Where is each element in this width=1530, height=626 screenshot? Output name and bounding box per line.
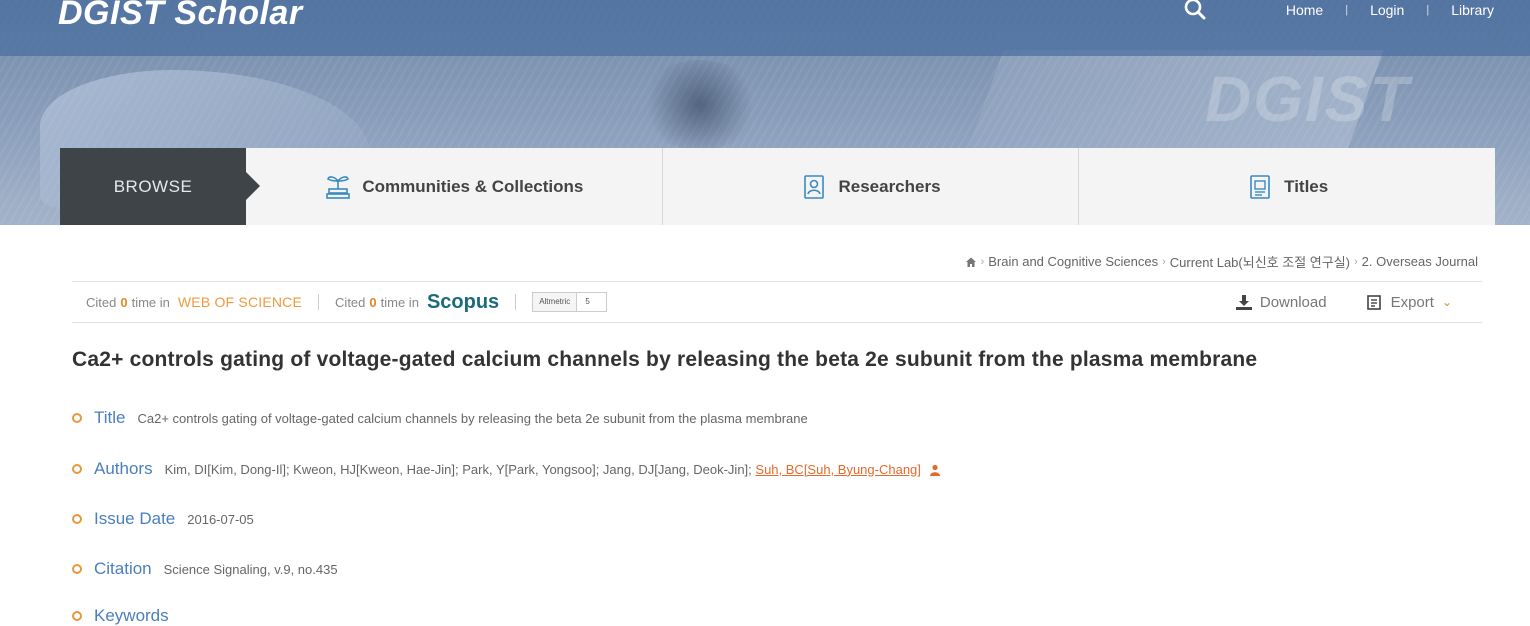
hero-watermark: DGIST <box>1205 63 1411 135</box>
browse-label: BROWSE <box>60 148 260 225</box>
export-icon <box>1366 294 1381 310</box>
field-keywords: Keywords <box>72 606 181 626</box>
field-label: Authors <box>94 459 153 478</box>
nav-separator: | <box>1426 4 1430 16</box>
breadcrumb-arrow: › <box>980 255 985 268</box>
tab-titles[interactable]: Titles <box>1078 148 1496 225</box>
breadcrumb-item[interactable]: Current Lab(뇌신호 조절 연구실) <box>1170 252 1350 271</box>
tab-researchers[interactable]: Researchers <box>661 148 1079 225</box>
browse-bar: BROWSE Communities & Collections Researc… <box>60 148 1496 225</box>
cited-prefix: Cited <box>86 294 117 310</box>
field-label: Issue Date <box>94 509 176 528</box>
record-actions: Download Export ⌄ <box>1235 293 1452 311</box>
wos-count: 0 <box>120 294 128 310</box>
wos-link[interactable]: WEB OF SCIENCE <box>178 294 302 310</box>
breadcrumb-item[interactable]: 2. Overseas Journal <box>1362 254 1478 269</box>
field-label: Citation <box>94 559 152 578</box>
nav-home-link[interactable]: Home <box>1286 2 1323 18</box>
altmetric-score: 5 <box>585 297 590 306</box>
person-icon <box>929 464 940 477</box>
cited-prefix: Cited <box>335 294 366 310</box>
download-icon <box>1235 294 1252 310</box>
field-value: 2016-07-05 <box>187 511 254 527</box>
wos-citation: Cited 0 time in WEB OF SCIENCE <box>86 294 302 310</box>
top-nav: Home | Login | Library <box>1286 0 1494 20</box>
export-button[interactable]: Export ⌄ <box>1366 293 1452 311</box>
metrics-bar: Cited 0 time in WEB OF SCIENCE Cited 0 t… <box>72 281 1482 323</box>
cited-suffix: time in <box>131 294 170 310</box>
sprout-icon <box>326 175 351 199</box>
nav-separator: | <box>1345 4 1349 16</box>
field-citation: Citation Science Signaling, v.9, no.435 <box>72 559 338 579</box>
authors-list: Kim, DI[Kim, Dong-Il]; Kweon, HJ[Kweon, … <box>164 461 752 477</box>
hero-lab-image-center <box>640 60 760 150</box>
download-label: Download <box>1259 293 1327 311</box>
search-icon[interactable] <box>1183 0 1207 21</box>
divider <box>318 294 320 310</box>
nav-login-link[interactable]: Login <box>1370 2 1404 18</box>
site-logo[interactable]: DGIST Scholar <box>58 0 303 33</box>
breadcrumb: › Brain and Cognitive Sciences › Current… <box>965 252 1478 271</box>
nav-library-link[interactable]: Library <box>1451 2 1494 18</box>
tab-titles-label: Titles <box>1284 176 1329 196</box>
tab-communities-label: Communities & Collections <box>362 176 584 196</box>
scopus-count: 0 <box>369 294 377 310</box>
top-bar: DGIST Scholar Home | Login | Library <box>0 0 1530 56</box>
altmetric-label: Altmetric <box>533 293 578 311</box>
chevron-down-icon: ⌄ <box>1441 295 1452 309</box>
breadcrumb-item[interactable]: Brain and Cognitive Sciences <box>988 254 1158 269</box>
record-heading: Ca2+ controls gating of voltage-gated ca… <box>72 348 1258 371</box>
breadcrumb-arrow: › <box>1353 255 1358 268</box>
export-label: Export <box>1390 293 1434 311</box>
field-label: Keywords <box>94 606 169 625</box>
altmetric-badge[interactable]: Altmetric 5 <box>532 292 607 312</box>
bullet-icon <box>72 464 82 474</box>
cited-suffix: time in <box>380 294 419 310</box>
bullet-icon <box>72 611 82 621</box>
bullet-icon <box>72 564 82 574</box>
field-value: Ca2+ controls gating of voltage-gated ca… <box>137 410 808 426</box>
field-label: Title <box>94 408 126 427</box>
download-button[interactable]: Download <box>1235 293 1327 311</box>
breadcrumb-arrow: › <box>1162 255 1166 268</box>
home-icon[interactable] <box>965 256 977 268</box>
field-authors: Authors Kim, DI[Kim, Dong-Il]; Kweon, HJ… <box>72 459 941 479</box>
tab-communities-collections[interactable]: Communities & Collections <box>246 148 662 225</box>
bullet-icon <box>72 514 82 524</box>
document-icon <box>1250 174 1270 199</box>
id-badge-icon <box>804 174 825 199</box>
field-title: Title Ca2+ controls gating of voltage-ga… <box>72 408 808 428</box>
author-link[interactable]: Suh, BC[Suh, Byung-Chang] <box>755 462 921 477</box>
divider <box>515 294 517 310</box>
field-value: Kim, DI[Kim, Dong-Il]; Kweon, HJ[Kweon, … <box>165 462 941 477</box>
scopus-citation: Cited 0 time in Scopus <box>335 291 499 314</box>
bullet-icon <box>72 413 82 423</box>
tab-researchers-label: Researchers <box>838 176 941 196</box>
scopus-link[interactable]: Scopus <box>427 291 499 314</box>
field-issue-date: Issue Date 2016-07-05 <box>72 509 254 529</box>
field-value: Science Signaling, v.9, no.435 <box>163 561 338 577</box>
